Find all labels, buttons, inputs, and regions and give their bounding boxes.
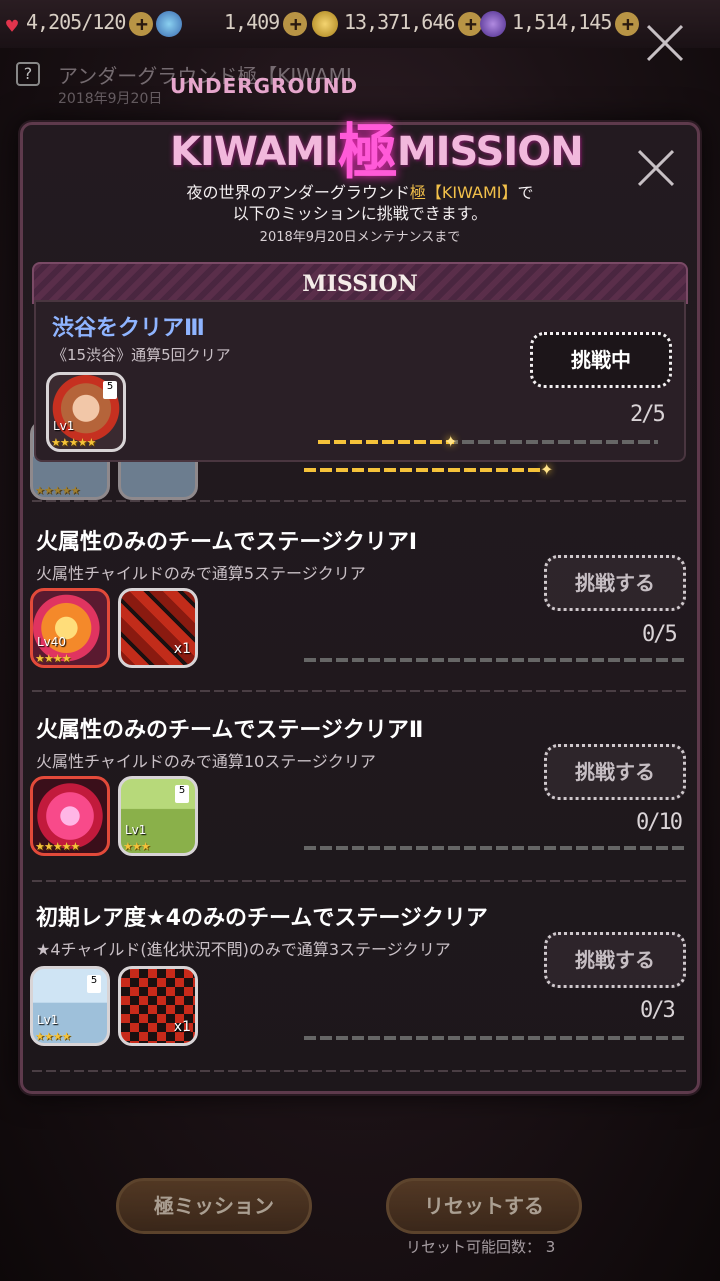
mission-header-label: MISSION [302, 271, 418, 297]
mission-desc: 《15渋谷》通算5回クリア [52, 346, 231, 364]
other-resource: 1,514,145 + [480, 10, 640, 38]
logo-kiwami: KIWAMI [170, 129, 339, 175]
reward-child-icon: 5 Lv1 ★★★★ [30, 966, 110, 1046]
intro-line1-end: で [517, 183, 534, 202]
mission-title: 火属性のみのチームでステージクリアⅠ [36, 530, 418, 555]
intro-line2: 以下のミッションに挑戦できます。 [232, 204, 488, 223]
gems-value: 1,409 [224, 10, 280, 34]
add-stamina-button[interactable]: + [129, 11, 154, 36]
heart-icon: ♥ [6, 13, 18, 38]
reward-stars: ★★★ [123, 840, 151, 853]
reward-child-icon: 5 Lv1 ★★★★★ [46, 372, 126, 452]
reward-stars: ★★★★ [35, 1030, 71, 1043]
challenge-button[interactable]: 挑戦する [544, 744, 686, 800]
reward-stars: ★★★★★ [35, 840, 80, 853]
add-other-button[interactable]: + [615, 11, 640, 36]
mission-progress-count: 0/3 [640, 998, 676, 1023]
reset-button[interactable]: リセットする [386, 1178, 582, 1234]
intro-deadline: 2018年9月20日メンテナンスまで [259, 230, 461, 245]
kiwami-mission-button[interactable]: 極ミッション [116, 1178, 312, 1234]
logo-main: KIWAMI極MISSION [170, 104, 584, 191]
progress-bar [304, 468, 544, 472]
intro-highlight: 極【KIWAMI】 [409, 183, 518, 202]
mission-progress-count: 2/5 [630, 402, 666, 427]
reward-child-icon: ★★★★★ [30, 776, 110, 856]
reward-child-icon: Lv40 ★★★★ [30, 588, 110, 668]
resource-bar: ♥ 4,205/120 + 1,409 + 13,371,646 + 1,514,145… [0, 0, 720, 48]
challenge-button[interactable]: 挑戦する [544, 555, 686, 611]
reward-level: Lv1 [37, 1013, 59, 1027]
add-gems-button[interactable]: + [283, 11, 308, 36]
stamina-resource: ♥ 4,205/120 + [6, 10, 154, 38]
challenge-button[interactable]: 挑戦する [544, 932, 686, 988]
progress-bar [318, 440, 658, 444]
divider [32, 880, 688, 882]
gems-resource: 1,409 + [156, 10, 308, 38]
gem-icon [156, 10, 182, 37]
close-icon[interactable] [642, 20, 688, 66]
mission-progress-count: 0/5 [642, 622, 678, 647]
divider [32, 500, 688, 502]
reward-stars: ★★★★★ [51, 436, 96, 449]
reward-item-icon: x1 [118, 966, 198, 1046]
mission-header: MISSION [32, 262, 688, 304]
card-icon: 5 [87, 975, 101, 993]
reward-level: Lv40 [37, 635, 67, 649]
mission-title: 火属性のみのチームでステージクリアⅡ [36, 718, 424, 743]
logo-kanji: 極 [337, 118, 398, 188]
reset-count-value: 3 [545, 1238, 556, 1256]
coins-resource: 13,371,646 + [312, 10, 483, 38]
mission-desc: 火属性チャイルドのみで通算5ステージクリア [36, 564, 366, 583]
coin-icon [312, 10, 338, 37]
card-icon: 5 [103, 381, 117, 399]
reward-quantity: x1 [173, 1019, 191, 1035]
reward-level: Lv1 [125, 823, 147, 837]
card-icon: 5 [175, 785, 189, 803]
progress-bar [304, 658, 684, 662]
stamina-value: 4,205/120 [26, 10, 126, 34]
reset-count-text: リセット可能回数： [406, 1238, 542, 1256]
mission-desc: 火属性チャイルドのみで通算10ステージクリア [36, 752, 376, 771]
mission-progress-count: 0/10 [636, 810, 683, 835]
help-icon[interactable]: ? [16, 62, 40, 86]
logo-mission: MISSION [396, 129, 584, 175]
reset-count-label: リセット可能回数： 3 [406, 1236, 555, 1257]
reward-child-icon: 5 Lv1 ★★★ [118, 776, 198, 856]
sparkle-icon: ✦ [540, 460, 554, 479]
mission-title: 初期レア度★4のみのチームでステージクリア [36, 906, 488, 931]
progress-bar [304, 846, 684, 850]
divider [32, 1070, 688, 1072]
divider [32, 690, 688, 692]
logo-underground: UNDERGROUND [170, 74, 359, 98]
add-coins-button[interactable]: + [458, 11, 483, 36]
other-value: 1,514,145 [512, 10, 612, 34]
mission-title: 渋谷をクリアⅢ [52, 316, 205, 341]
reward-level: Lv1 [53, 419, 75, 433]
reward-stars: ★★★★ [35, 652, 71, 665]
coins-value: 13,371,646 [344, 10, 455, 34]
reward-item-icon: x1 [118, 588, 198, 668]
reward-quantity: x1 [173, 641, 191, 657]
crystal-icon [480, 10, 506, 37]
intro-text: 夜の世界のアンダーグラウンド極【KIWAMI】で 以下のミッションに挑戦できます… [0, 182, 720, 224]
reward-stars: ★★★★★ [35, 484, 80, 497]
intro-line1: 夜の世界のアンダーグラウンド [186, 183, 410, 202]
sparkle-icon: ✦ [444, 432, 458, 451]
challenging-button[interactable]: 挑戦中 [530, 332, 672, 388]
mission-desc: ★4チャイルド(進化状況不問)のみで通算3ステージクリア [36, 940, 451, 959]
kiwami-mission-logo: UNDERGROUND KIWAMI極MISSION [140, 66, 584, 188]
progress-bar [304, 1036, 684, 1040]
